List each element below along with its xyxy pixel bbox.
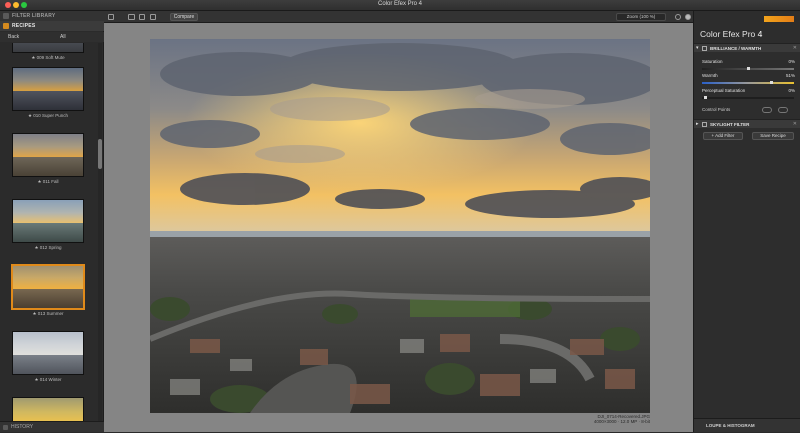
preview-image-graphic bbox=[150, 39, 650, 413]
loupe-histogram-header[interactable]: LOUPE & HISTOGRAM bbox=[694, 418, 800, 432]
compare-button[interactable]: Compare bbox=[170, 13, 198, 21]
filter-library-label: FILTER LIBRARY bbox=[12, 13, 56, 19]
brand-title: Color Efex Pro 4 bbox=[700, 29, 762, 39]
history-icon bbox=[3, 425, 8, 430]
background-color-icon[interactable] bbox=[675, 14, 681, 20]
split-view-icon[interactable] bbox=[139, 14, 145, 20]
recipe-thumbnail[interactable] bbox=[12, 133, 84, 177]
recipe-label: ★ 012 Spring bbox=[34, 245, 62, 250]
warmth-slider[interactable] bbox=[702, 81, 794, 84]
control-points-row: Control Points bbox=[702, 107, 794, 113]
saturation-slider[interactable] bbox=[702, 67, 794, 70]
enable-filter-checkbox[interactable] bbox=[702, 122, 707, 127]
perceptual-saturation-slider[interactable] bbox=[702, 96, 794, 99]
collapse-arrow-icon[interactable]: ▾ bbox=[696, 44, 699, 53]
all-button[interactable]: All bbox=[60, 32, 66, 42]
recipe-label: ★ 010 Super Punch bbox=[27, 113, 69, 118]
title-bar: Color Efex Pro 4 bbox=[0, 0, 800, 11]
skylight-filter-header[interactable]: ▸ SKYLIGHT FILTER ✕ bbox=[694, 119, 800, 128]
preview-image[interactable] bbox=[150, 39, 650, 413]
remove-filter-icon[interactable]: ✕ bbox=[793, 120, 797, 129]
enable-filter-checkbox[interactable] bbox=[702, 46, 707, 51]
perceptual-saturation-value: 0% bbox=[788, 88, 795, 93]
zoom-select[interactable]: Zoom (100 %) bbox=[616, 13, 666, 21]
recipe-thumbnail[interactable] bbox=[12, 397, 84, 421]
single-view-icon[interactable] bbox=[128, 14, 135, 20]
recipes-header[interactable]: RECIPES bbox=[0, 21, 104, 31]
filter-library-header[interactable]: FILTER LIBRARY bbox=[0, 11, 104, 21]
remove-filter-icon[interactable]: ✕ bbox=[793, 44, 797, 53]
recipe-thumbnail-list: ★ 009 Soft Mute ★ 010 Super Punch ★ 011 … bbox=[0, 43, 96, 421]
skylight-filter-title: SKYLIGHT FILTER bbox=[710, 122, 750, 127]
warmth-slider-knob[interactable] bbox=[769, 81, 773, 84]
image-metadata: 4000×3000 · 12.0 MP · 8-bit bbox=[593, 419, 650, 424]
right-panel: Color Efex Pro 4 ▾ BRILLIANCE / WARMTH ✕… bbox=[693, 11, 800, 432]
brilliance-warmth-header[interactable]: ▾ BRILLIANCE / WARMTH ✕ bbox=[694, 43, 800, 52]
perceptual-saturation-slider-knob[interactable] bbox=[703, 96, 707, 99]
background-light-icon[interactable] bbox=[685, 14, 691, 20]
recipes-icon bbox=[3, 23, 9, 29]
warmth-label: Warmth bbox=[702, 73, 718, 78]
recipe-thumbnail-selected[interactable] bbox=[12, 265, 84, 309]
recipe-label: ★ 013 Summer bbox=[32, 311, 64, 316]
recipe-thumbnail[interactable] bbox=[12, 43, 84, 53]
saturation-label: Saturation bbox=[702, 59, 723, 64]
recipe-thumbnail[interactable] bbox=[12, 199, 84, 243]
remove-control-point-icon[interactable] bbox=[778, 107, 788, 113]
toggle-panel-icon[interactable] bbox=[108, 14, 114, 20]
perceptual-saturation-label: Perceptual Saturation bbox=[702, 88, 746, 93]
brand-version: 4 bbox=[757, 29, 763, 39]
save-recipe-button[interactable]: Save Recipe bbox=[752, 132, 794, 140]
toolbar: Compare Zoom (100 %) bbox=[104, 11, 693, 23]
loupe-histogram-label: LOUPE & HISTOGRAM bbox=[706, 423, 755, 428]
brand-name: Color Efex Pro bbox=[700, 29, 756, 39]
saturation-value: 0% bbox=[788, 59, 795, 64]
warmth-value: 51% bbox=[785, 73, 795, 78]
recipe-label: ★ 009 Soft Mute bbox=[31, 55, 65, 60]
filter-library-icon bbox=[3, 13, 9, 19]
recipes-label: RECIPES bbox=[12, 23, 36, 29]
thumbnail-scrollbar-track[interactable] bbox=[98, 43, 102, 421]
add-filter-button[interactable]: + Add Filter bbox=[703, 132, 743, 140]
recipe-thumbnail[interactable] bbox=[12, 331, 84, 375]
recipes-nav-row: Back All bbox=[0, 32, 104, 42]
left-panel: FILTER LIBRARY RECIPES Back All ★ 009 So… bbox=[0, 11, 104, 432]
thumbnail-scrollbar-thumb[interactable] bbox=[98, 139, 102, 169]
back-button[interactable]: Back bbox=[8, 32, 19, 42]
control-points-label: Control Points bbox=[702, 107, 731, 112]
side-by-side-view-icon[interactable] bbox=[150, 14, 156, 20]
image-info: DJI_0714-Recovered.JPG 4000×3000 · 12.0 … bbox=[560, 414, 650, 424]
nik-logo-icon bbox=[764, 16, 794, 22]
recipe-label: ★ 014 Winter bbox=[34, 377, 62, 382]
history-header[interactable]: HISTORY bbox=[0, 421, 104, 432]
history-label: HISTORY bbox=[11, 424, 34, 430]
saturation-slider-knob[interactable] bbox=[746, 67, 750, 70]
expand-arrow-icon[interactable]: ▸ bbox=[696, 120, 699, 129]
recipe-label: ★ 011 Fall bbox=[37, 179, 59, 184]
brilliance-warmth-title: BRILLIANCE / WARMTH bbox=[710, 46, 762, 51]
window-title: Color Efex Pro 4 bbox=[377, 1, 423, 7]
add-control-point-icon[interactable] bbox=[762, 107, 772, 113]
recipe-thumbnail[interactable] bbox=[12, 67, 84, 111]
